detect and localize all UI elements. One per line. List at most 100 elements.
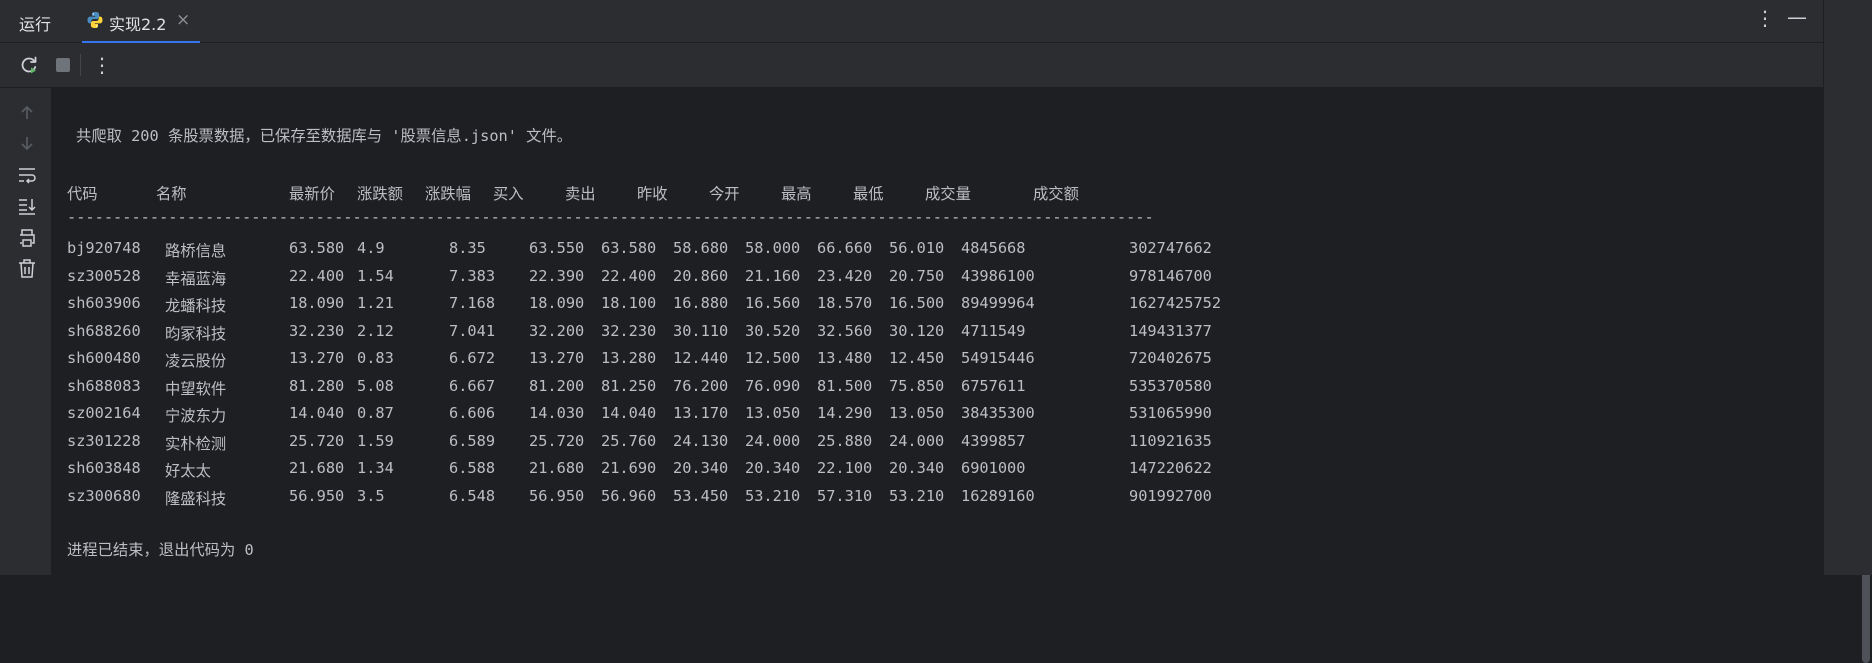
- table-cell: 58.680: [673, 239, 729, 257]
- tab-label: 实现2.2: [109, 15, 167, 34]
- table-cell: 7.383: [449, 266, 496, 285]
- table-cell: bj920748: [67, 239, 141, 257]
- table-cell: 中望软件: [165, 379, 227, 398]
- table-cell: 6.588: [449, 459, 496, 477]
- table-cell: 18.570: [817, 294, 873, 312]
- table-cell: 24.000: [889, 431, 945, 450]
- table-cell: 18.090: [529, 294, 585, 312]
- column-header: 买入: [493, 185, 524, 203]
- table-cell: 57.310: [817, 486, 873, 505]
- column-header: 涨跌额: [357, 185, 403, 203]
- table-cell: 18.100: [601, 294, 657, 312]
- table-cell: 13.170: [673, 404, 729, 422]
- table-cell: 56.010: [889, 239, 945, 257]
- table-cell: 25.720: [289, 431, 345, 450]
- table-cell: 56.950: [529, 486, 585, 505]
- toolbar-more-icon[interactable]: ⋮: [92, 54, 114, 76]
- column-header: 昨收: [637, 185, 668, 203]
- table-cell: 25.880: [817, 431, 873, 450]
- table-cell: 龙蟠科技: [165, 297, 227, 315]
- table-cell: 16289160: [961, 486, 1035, 505]
- tab-run-config[interactable]: 实现2.2 ×: [82, 0, 200, 43]
- table-cell: 53.450: [673, 486, 729, 505]
- table-cell: 实朴检测: [165, 434, 227, 453]
- table-cell: 6901000: [961, 459, 1026, 477]
- table-cell: 1.21: [357, 294, 394, 312]
- table-cell: 63.550: [529, 239, 585, 257]
- column-header: 卖出: [565, 185, 596, 203]
- arrow-down-icon[interactable]: [16, 132, 38, 154]
- table-cell: 22.390: [529, 266, 585, 285]
- table-cell: 21.680: [529, 459, 585, 477]
- table-cell: 56.960: [601, 486, 657, 505]
- table-cell: sh603906: [67, 294, 141, 312]
- rerun-icon[interactable]: [18, 54, 40, 76]
- table-cell: 32.200: [529, 321, 585, 340]
- table-cell: 110921635: [1129, 431, 1212, 450]
- table-cell: 4845668: [961, 239, 1026, 257]
- arrow-up-icon[interactable]: [16, 102, 38, 124]
- table-cell: 81.280: [289, 376, 345, 395]
- table-cell: 5.08: [357, 376, 394, 395]
- table-cell: 4.9: [357, 239, 385, 257]
- print-icon[interactable]: [16, 227, 38, 249]
- table-cell: 4399857: [961, 431, 1026, 450]
- table-cell: 幸福蓝海: [165, 269, 227, 288]
- table-cell: 32.230: [601, 321, 657, 340]
- column-header: 成交量: [925, 185, 971, 203]
- table-cell: 2.12: [357, 321, 394, 340]
- table-cell: sz301228: [67, 431, 141, 450]
- column-header: 最低: [853, 185, 884, 203]
- table-cell: 0.83: [357, 349, 394, 367]
- table-cell: 81.200: [529, 376, 585, 395]
- table-cell: 6.672: [449, 349, 496, 367]
- table-cell: 好太太: [165, 462, 211, 480]
- console-output[interactable]: 共爬取 200 条股票数据，已保存至数据库与 '股票信息.json' 文件。 代…: [52, 88, 1870, 663]
- table-cell: 21.680: [289, 459, 345, 477]
- scroll-to-end-icon[interactable]: [16, 195, 38, 217]
- table-cell: 1.54: [357, 266, 394, 285]
- table-cell: 20.340: [673, 459, 729, 477]
- table-cell: 12.440: [673, 349, 729, 367]
- soft-wrap-icon[interactable]: [16, 164, 38, 186]
- table-cell: 16.880: [673, 294, 729, 312]
- column-header: 最高: [781, 185, 812, 203]
- more-options-icon[interactable]: ⋮: [1755, 6, 1775, 30]
- stop-icon[interactable]: [52, 54, 74, 76]
- table-cell: 7.168: [449, 294, 496, 312]
- table-cell: 978146700: [1129, 266, 1212, 285]
- hide-window-icon[interactable]: —: [1787, 5, 1807, 29]
- table-cell: 81.250: [601, 376, 657, 395]
- table-cell: 18.090: [289, 294, 345, 312]
- table-cell: 24.130: [673, 431, 729, 450]
- table-cell: 宁波东力: [165, 407, 227, 425]
- exit-message: 进程已结束，退出代码为 0: [67, 541, 254, 559]
- table-cell: 12.500: [745, 349, 801, 367]
- trash-icon[interactable]: [16, 257, 38, 279]
- table-cell: 24.000: [745, 431, 801, 450]
- toolbar-separator: [80, 54, 81, 76]
- table-cell: 16.500: [889, 294, 945, 312]
- table-cell: 7.041: [449, 321, 496, 340]
- table-cell: 43986100: [961, 266, 1035, 285]
- table-cell: 25.760: [601, 431, 657, 450]
- divider-line: ----------------------------------------…: [67, 208, 1154, 226]
- table-cell: 58.000: [745, 239, 801, 257]
- tab-close-icon[interactable]: ×: [176, 10, 190, 30]
- table-cell: 22.400: [289, 266, 345, 285]
- table-cell: sh688083: [67, 376, 141, 395]
- table-cell: 21.690: [601, 459, 657, 477]
- python-icon: [86, 11, 104, 29]
- table-cell: 13.270: [529, 349, 585, 367]
- table-cell: sh603848: [67, 459, 141, 477]
- run-toolbar: ⋮: [0, 43, 1823, 88]
- table-cell: 75.850: [889, 376, 945, 395]
- table-cell: 8.35: [449, 239, 486, 257]
- table-cell: 302747662: [1129, 239, 1212, 257]
- table-cell: 32.560: [817, 321, 873, 340]
- table-cell: 凌云股份: [165, 352, 227, 370]
- column-header: 名称: [156, 185, 187, 203]
- table-cell: 13.480: [817, 349, 873, 367]
- console-gutter: [0, 88, 51, 575]
- table-cell: 23.420: [817, 266, 873, 285]
